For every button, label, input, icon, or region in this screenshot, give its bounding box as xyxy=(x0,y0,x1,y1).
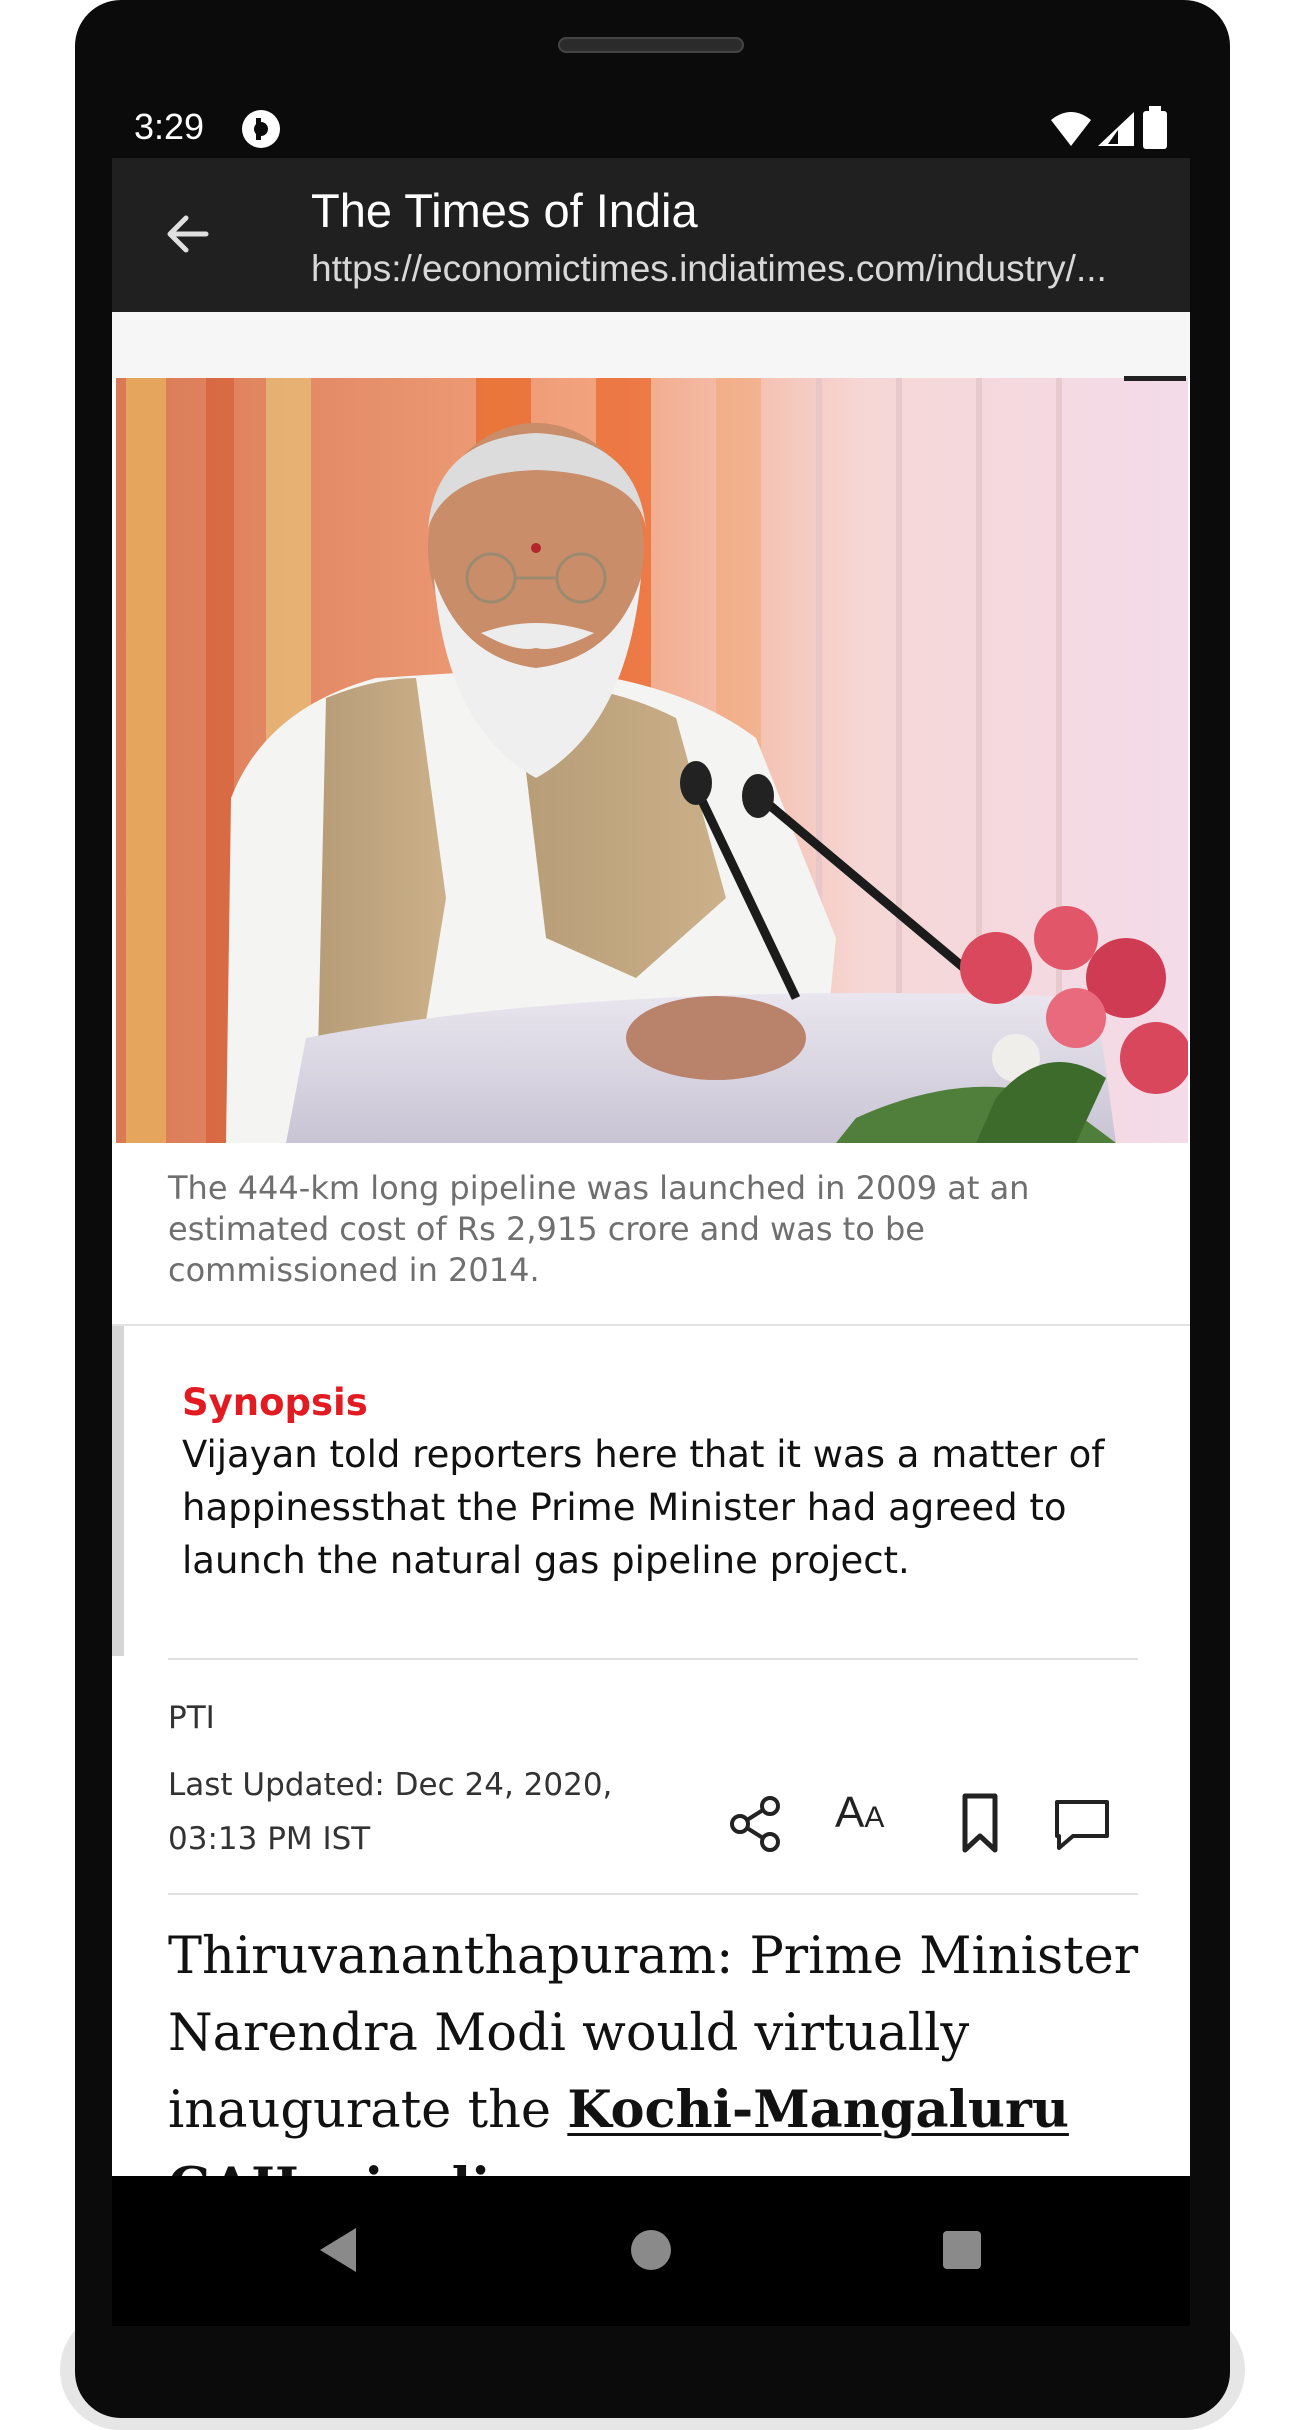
article-byline: PTI xyxy=(168,1700,215,1736)
notification-icon xyxy=(242,110,280,148)
synopsis-title: Synopsis xyxy=(182,1381,368,1424)
font-size-button[interactable]: AA xyxy=(835,1788,884,1838)
link-kochi-mangaluru[interactable]: Kochi-Mangaluru xyxy=(567,2080,1069,2140)
navigation-bar xyxy=(112,2176,1190,2326)
web-content[interactable]: The 444-km long pipeline was launched in… xyxy=(112,312,1190,2176)
battery-icon xyxy=(1143,106,1167,149)
article-container: The 444-km long pipeline was launched in… xyxy=(112,376,1190,2176)
phone-speaker xyxy=(558,37,744,53)
nav-back-icon[interactable] xyxy=(306,2218,370,2282)
nav-recents-icon[interactable] xyxy=(930,2218,994,2282)
font-size-icon: A xyxy=(835,1788,865,1837)
link-gail-pipeline[interactable]: GAIL pipeline xyxy=(168,2157,560,2176)
last-updated-time: 03:13 PM IST xyxy=(168,1821,371,1857)
page-url: https://economictimes.indiatimes.com/ind… xyxy=(311,248,1107,289)
status-bar: 3:29 xyxy=(112,100,1190,160)
photo-caption: The 444-km long pipeline was launched in… xyxy=(168,1169,1030,1289)
synopsis-accent-bar xyxy=(112,1326,124,1656)
wifi-icon xyxy=(1051,112,1091,146)
cellular-signal-icon xyxy=(1098,112,1134,146)
back-arrow-icon[interactable] xyxy=(160,206,216,262)
divider xyxy=(112,1324,1190,1326)
photo-divider xyxy=(1124,376,1186,381)
article-body: Thiruvananthapuram: Prime Minister Naren… xyxy=(168,1918,1158,2176)
last-updated: Last Updated: Dec 24, 2020, 03:13 PM IST xyxy=(168,1758,688,1866)
page-title: The Times of India xyxy=(311,184,698,237)
divider xyxy=(168,1893,1138,1895)
app-bar: The Times of India https://economictimes… xyxy=(112,158,1190,312)
synopsis-text: Vijayan told reporters here that it was … xyxy=(182,1433,1105,1582)
bookmark-icon[interactable] xyxy=(945,1788,1015,1858)
last-updated-date: Last Updated: Dec 24, 2020, xyxy=(168,1767,613,1803)
divider xyxy=(168,1658,1138,1660)
nav-home-icon[interactable] xyxy=(619,2218,683,2282)
share-icon[interactable] xyxy=(722,1788,792,1858)
article-photo xyxy=(116,378,1188,1143)
comment-icon[interactable] xyxy=(1047,1788,1117,1858)
status-time: 3:29 xyxy=(134,106,205,147)
